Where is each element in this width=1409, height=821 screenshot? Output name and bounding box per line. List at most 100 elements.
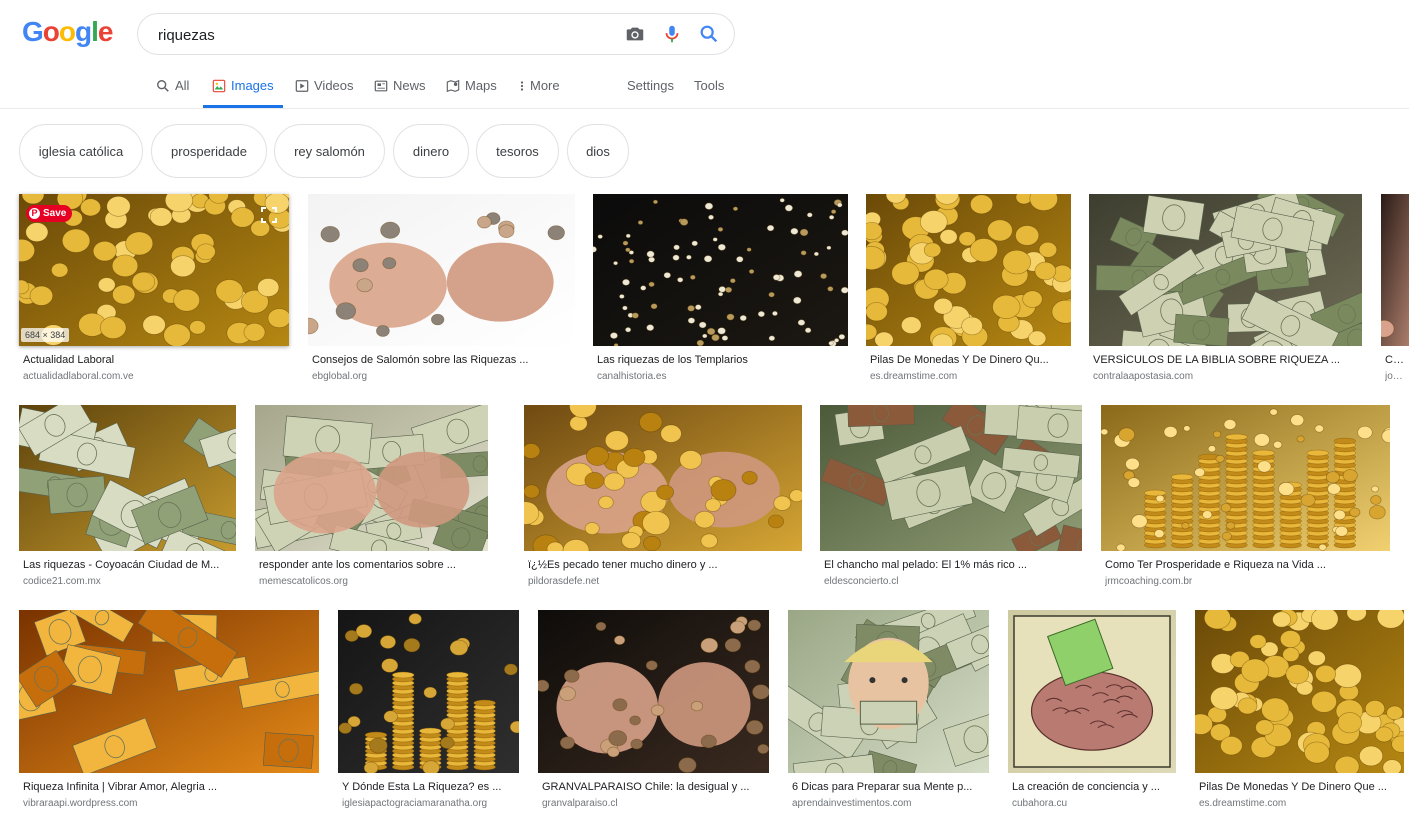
play-icon (295, 80, 309, 92)
image-result[interactable]: responder ante los comentarios sobre ...… (255, 405, 488, 591)
tab-videos[interactable]: Videos (295, 78, 354, 108)
header-divider (0, 108, 1409, 109)
result-title[interactable]: Actualidad Laboral (23, 354, 285, 366)
chip-suggestion[interactable]: prosperidade (151, 124, 267, 178)
logo-letter: o (42, 16, 60, 47)
result-domain: codice21.com.mx (23, 576, 101, 587)
tab-maps[interactable]: Maps (446, 78, 497, 108)
result-title[interactable]: Pilas De Monedas Y De Dinero Que ... (1199, 781, 1400, 793)
chip-suggestion[interactable]: rey salomón (274, 124, 385, 178)
camera-icon[interactable] (624, 23, 646, 45)
image-result[interactable]: Pilas De Monedas Y De Dinero Qu... es.dre… (866, 194, 1071, 386)
tab-label: News (393, 78, 426, 93)
image-result[interactable]: GRANVALPARAISO Chile: la desigual y ... g… (538, 610, 769, 813)
result-thumbnail[interactable] (1089, 194, 1362, 346)
result-thumbnail[interactable] (538, 610, 769, 773)
google-logo[interactable]: Google (22, 16, 114, 48)
more-vert-icon (520, 81, 524, 91)
result-thumbnail[interactable] (1195, 610, 1404, 773)
result-title[interactable]: Cóm (1385, 354, 1405, 366)
chip-suggestion[interactable]: tesoros (476, 124, 559, 178)
result-thumbnail[interactable] (1381, 194, 1409, 346)
save-label: Save (43, 208, 67, 219)
result-domain: canalhistoria.es (597, 371, 667, 382)
result-thumbnail[interactable] (308, 194, 575, 346)
result-thumbnail[interactable] (1008, 610, 1176, 773)
result-thumbnail[interactable] (19, 610, 319, 773)
image-icon (212, 79, 226, 93)
settings-link[interactable]: Settings (627, 78, 674, 108)
result-thumbnail[interactable] (1101, 405, 1390, 551)
tab-label: Maps (465, 78, 497, 93)
search-icon[interactable] (698, 23, 720, 45)
result-thumbnail[interactable] (866, 194, 1071, 346)
image-result[interactable]: Pilas De Monedas Y De Dinero Que ... es.d… (1195, 610, 1404, 813)
image-result[interactable]: ï¿½Es pecado tener mucho dinero y ... pil… (524, 405, 802, 591)
result-domain: actualidadlaboral.com.ve (23, 371, 134, 382)
result-domain: granvalparaiso.cl (542, 798, 618, 809)
result-title[interactable]: La creación de conciencia y ... (1012, 781, 1172, 793)
result-title[interactable]: 6 Dicas para Preparar sua Mente p... (792, 781, 985, 793)
result-domain: contralaapostasia.com (1093, 371, 1194, 382)
chip-suggestion[interactable]: dios (567, 124, 629, 178)
result-title[interactable]: Y Dónde Esta La Riqueza? es ... (342, 781, 515, 793)
image-result[interactable]: El chancho mal pelado: El 1% más rico ..… (820, 405, 1082, 591)
result-domain: es.dreamstime.com (870, 371, 958, 382)
expand-icon[interactable] (261, 207, 277, 223)
image-result[interactable]: Cóm josefo (1381, 194, 1409, 386)
logo-letter: g (75, 16, 92, 47)
image-result[interactable]: La creación de conciencia y ... cubahora.… (1008, 610, 1176, 813)
result-domain: iglesiapactograciamaranatha.org (342, 798, 488, 809)
image-result[interactable]: Consejos de Salomón sobre las Riquezas .… (308, 194, 575, 386)
result-title[interactable]: Las riquezas de los Templarios (597, 354, 844, 366)
image-result[interactable]: VERSÍCULOS DE LA BIBLIA SOBRE RIQUEZA ..… (1089, 194, 1362, 386)
result-title[interactable]: Las riquezas - Coyoacán Ciudad de M... (23, 559, 232, 571)
result-title[interactable]: Consejos de Salomón sobre las Riquezas .… (312, 354, 571, 366)
pinterest-icon: P (29, 208, 40, 219)
tab-label: Images (231, 78, 274, 93)
chip-suggestion[interactable]: iglesia católica (19, 124, 143, 178)
result-domain: aprendainvestimentos.com (792, 798, 912, 809)
result-title[interactable]: responder ante los comentarios sobre ... (259, 559, 484, 571)
result-title[interactable]: Riqueza Infinita | Vibrar Amor, Alegria … (23, 781, 315, 793)
image-result[interactable]: Las riquezas de los Templarios canalhisto… (593, 194, 848, 386)
image-result[interactable]: Las riquezas - Coyoacán Ciudad de M... co… (19, 405, 236, 591)
search-box (137, 13, 735, 56)
tools-link[interactable]: Tools (694, 78, 724, 108)
result-thumbnail[interactable] (19, 405, 236, 551)
logo-letter: e (97, 16, 114, 47)
search-input[interactable] (156, 14, 600, 56)
tab-all[interactable]: All (156, 78, 189, 108)
result-title[interactable]: GRANVALPARAISO Chile: la desigual y ... (542, 781, 765, 793)
result-domain: memescatolicos.org (259, 576, 348, 587)
result-thumbnail[interactable] (524, 405, 802, 551)
image-dimensions-badge: 684 × 384 (21, 328, 70, 342)
image-result[interactable]: 6 Dicas para Preparar sua Mente p... apre… (788, 610, 989, 813)
image-result[interactable]: Y Dónde Esta La Riqueza? es ... iglesiapa… (338, 610, 519, 813)
image-result[interactable]: Riqueza Infinita | Vibrar Amor, Alegria … (19, 610, 319, 813)
tab-images[interactable]: Images (203, 78, 283, 108)
image-result[interactable]: Como Ter Prosperidade e Riqueza na Vida … (1101, 405, 1390, 591)
microphone-icon[interactable] (661, 23, 683, 45)
result-title[interactable]: El chancho mal pelado: El 1% más rico ..… (824, 559, 1078, 571)
result-thumbnail[interactable] (338, 610, 519, 773)
image-result[interactable]: P Save 684 × 384 Actualidad Laboral actualid… (19, 194, 289, 386)
result-thumbnail[interactable] (593, 194, 848, 346)
result-title[interactable]: Como Ter Prosperidade e Riqueza na Vida … (1105, 559, 1386, 571)
result-thumbnail[interactable] (255, 405, 488, 551)
pinterest-save-button[interactable]: P Save (26, 205, 73, 222)
result-thumbnail[interactable] (820, 405, 1082, 551)
result-title[interactable]: Pilas De Monedas Y De Dinero Qu... (870, 354, 1067, 366)
result-domain: es.dreamstime.com (1199, 798, 1287, 809)
tab-more[interactable]: More (519, 78, 560, 108)
tab-label: More (530, 78, 560, 93)
result-title[interactable]: ï¿½Es pecado tener mucho dinero y ... (528, 559, 798, 571)
search-icon (157, 80, 169, 92)
chip-suggestion[interactable]: dinero (393, 124, 469, 178)
tab-news[interactable]: News (374, 78, 426, 108)
result-domain: vibraraapi.wordpress.com (23, 798, 138, 809)
result-thumbnail[interactable] (788, 610, 989, 773)
map-icon (446, 79, 460, 93)
result-title[interactable]: VERSÍCULOS DE LA BIBLIA SOBRE RIQUEZA ..… (1093, 354, 1358, 366)
result-domain: jrmcoaching.com.br (1105, 576, 1193, 587)
